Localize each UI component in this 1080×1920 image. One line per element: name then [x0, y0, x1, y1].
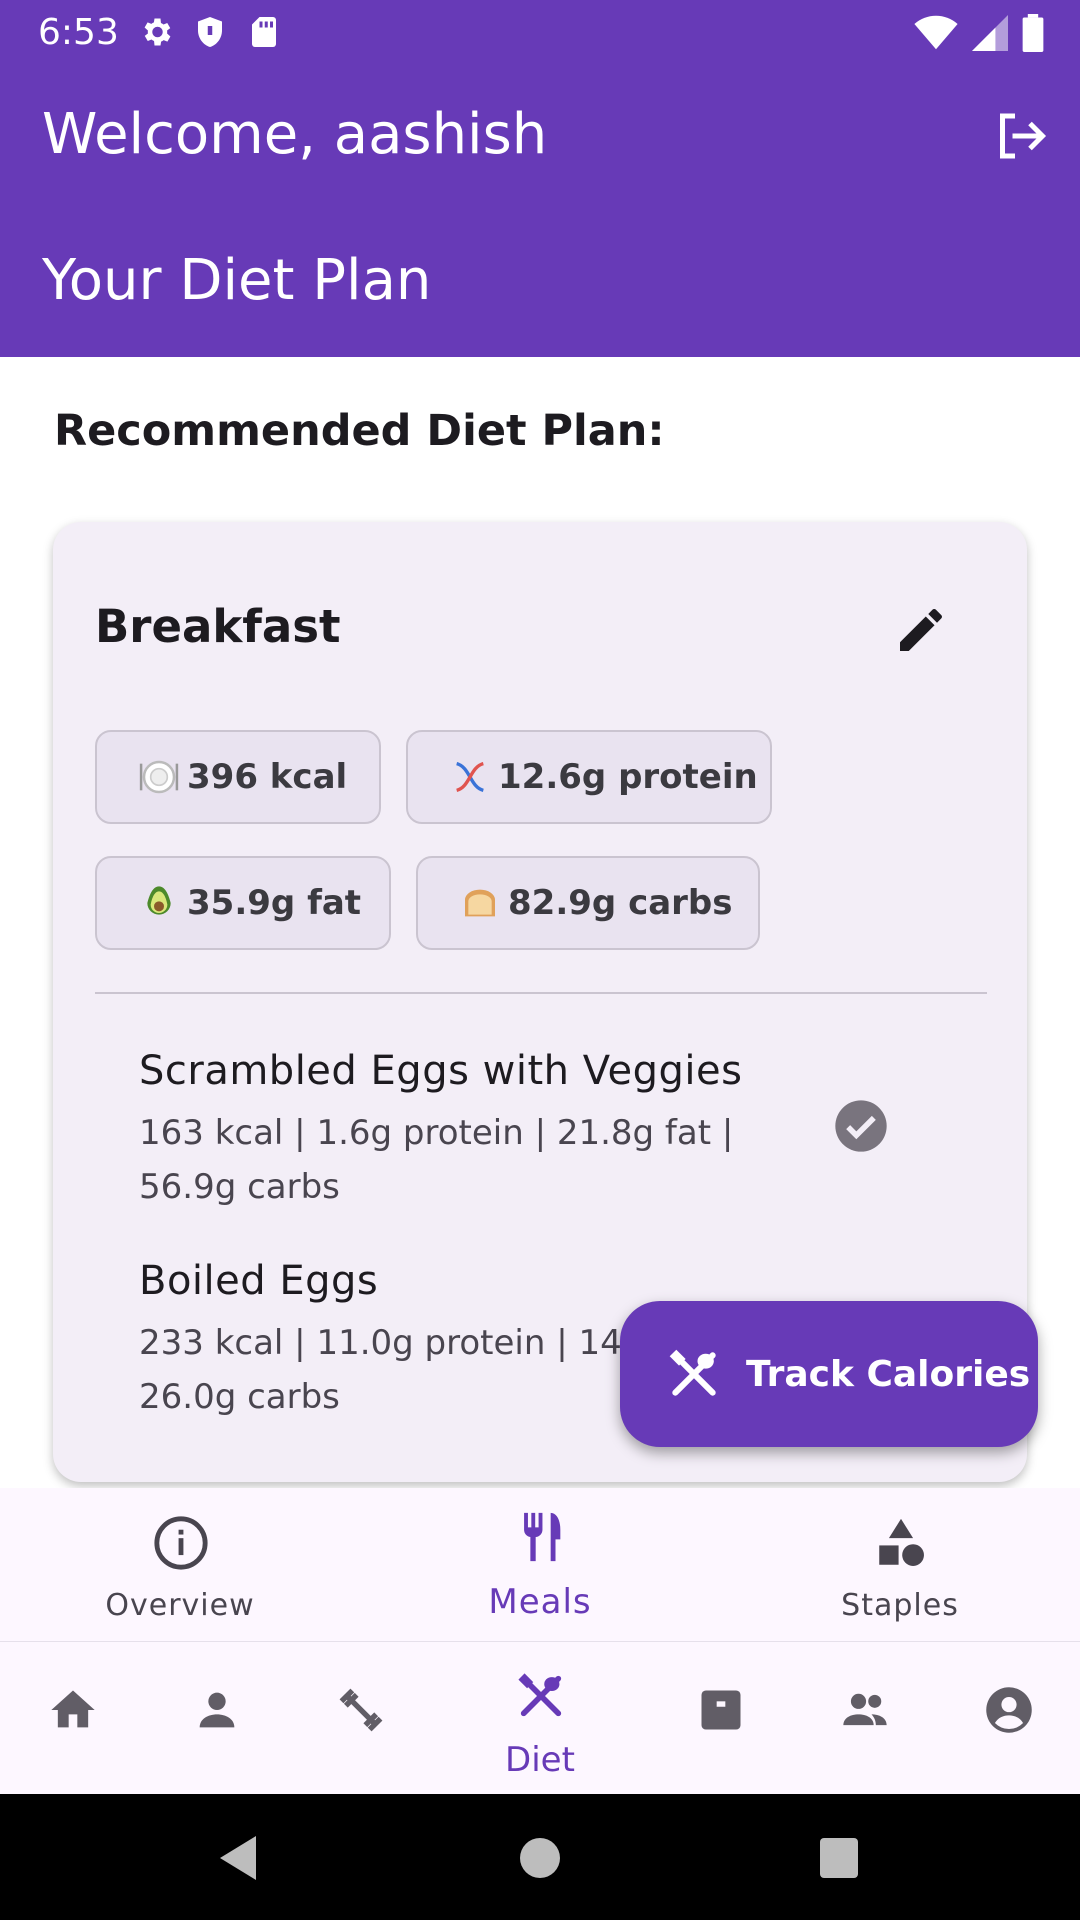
nav-home[interactable] [0, 1642, 144, 1794]
account-circle-icon [986, 1687, 1032, 1733]
utensils-cross-icon [518, 1673, 562, 1717]
calories-chip: 396 kcal [95, 730, 381, 824]
meal-title: Breakfast [95, 600, 341, 653]
tab-label: Staples [841, 1588, 959, 1623]
bottom-navigation: Diet [0, 1642, 1080, 1794]
food-item-name[interactable]: Boiled Eggs [139, 1258, 378, 1304]
nav-label: Diet [505, 1740, 575, 1780]
back-icon[interactable] [216, 1834, 260, 1882]
person-icon [199, 1692, 235, 1728]
nav-community[interactable] [792, 1642, 936, 1794]
edit-pencil-icon[interactable] [893, 602, 949, 658]
tab-staples[interactable]: Staples [720, 1488, 1080, 1641]
carbs-chip: 82.9g carbs [416, 856, 760, 950]
chip-label: 35.9g fat [187, 883, 362, 923]
shapes-icon [879, 1518, 924, 1566]
status-time: 6:53 [38, 12, 119, 53]
fab-label: Track Calories [746, 1353, 1031, 1395]
chip-label: 82.9g carbs [508, 883, 733, 923]
section-title: Recommended Diet Plan: [54, 406, 665, 456]
nav-chat[interactable] [648, 1642, 792, 1794]
recents-icon[interactable] [818, 1834, 860, 1882]
divider [95, 992, 987, 994]
chat-icon [701, 1690, 741, 1730]
protein-chip: 12.6g protein [406, 730, 772, 824]
home-circle-icon[interactable] [518, 1834, 562, 1882]
app-bar: Welcome, aashish Your Diet Plan [0, 64, 1080, 357]
signal-icon [972, 15, 1008, 51]
track-calories-button[interactable]: Track Calories [620, 1301, 1038, 1447]
tab-overview[interactable]: Overview [0, 1488, 360, 1641]
food-item-detail: 163 kcal | 1.6g protein | 21.8g fat | 56… [139, 1113, 734, 1207]
nav-profile[interactable] [144, 1642, 288, 1794]
plate-emoji [139, 760, 179, 794]
nav-diet[interactable]: Diet [468, 1642, 612, 1794]
home-icon [51, 1690, 95, 1728]
dumbbell-icon [339, 1688, 383, 1732]
utensils-cross-icon [669, 1349, 716, 1396]
settings-icon [144, 18, 171, 46]
tab-label: Overview [105, 1588, 255, 1623]
chip-label: 396 kcal [187, 757, 348, 797]
check-circle-icon[interactable] [833, 1098, 889, 1154]
shield-icon [198, 17, 222, 47]
group-icon [843, 1693, 887, 1726]
info-icon [154, 1516, 208, 1570]
bread-emoji [465, 889, 495, 917]
food-item-name[interactable]: Scrambled Eggs with Veggies [139, 1048, 742, 1094]
tab-label: Meals [488, 1582, 592, 1622]
wifi-icon [914, 15, 958, 50]
fork-knife-icon [524, 1512, 561, 1562]
welcome-text: Welcome, aashish [42, 102, 548, 167]
logout-icon[interactable] [990, 106, 1050, 166]
avocado-emoji [147, 886, 171, 915]
system-navigation-bar [0, 1794, 1080, 1920]
status-bar: 6:53 [0, 0, 1080, 64]
chip-label: 12.6g protein [498, 757, 758, 797]
nav-account[interactable] [936, 1642, 1080, 1794]
tab-meals[interactable]: Meals [360, 1488, 720, 1641]
nav-workout[interactable] [288, 1642, 432, 1794]
dna-emoji [456, 762, 484, 792]
battery-icon [1022, 14, 1044, 52]
fat-chip: 35.9g fat [95, 856, 391, 950]
sd-card-icon [252, 17, 276, 47]
meal-tabs: Overview Meals Staples [0, 1488, 1080, 1642]
page-title: Your Diet Plan [42, 248, 432, 313]
